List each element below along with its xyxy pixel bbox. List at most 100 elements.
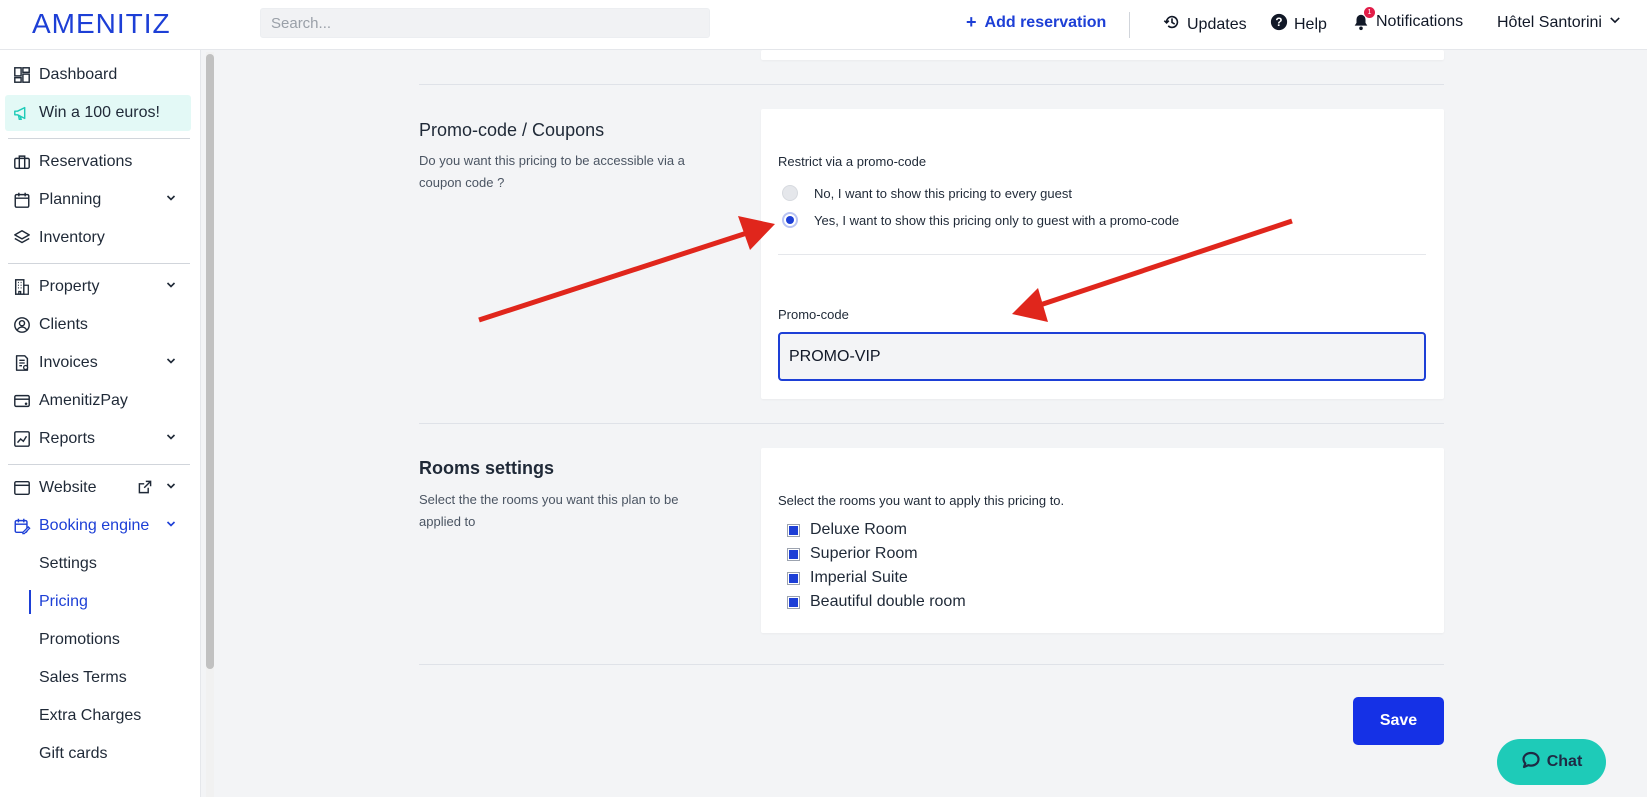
- room-label: Beautiful double room: [810, 593, 966, 610]
- sidebar-item-label: Planning: [39, 191, 102, 208]
- sidebar-item-label: Clients: [39, 316, 88, 333]
- sidebar-item-inventory[interactable]: Inventory: [0, 220, 190, 256]
- room-checkbox-row[interactable]: Deluxe Room: [787, 521, 907, 539]
- promo-code-label: Promo-code: [778, 307, 849, 322]
- hotel-name: Hôtel Santorini: [1497, 13, 1602, 31]
- save-button[interactable]: Save: [1353, 697, 1444, 745]
- sidebar-item-property[interactable]: Property: [0, 269, 190, 305]
- room-checkbox-row[interactable]: Beautiful double room: [787, 593, 966, 611]
- sidebar-item-promo[interactable]: Win a 100 euros!: [5, 95, 191, 131]
- chat-button[interactable]: Chat: [1497, 739, 1606, 785]
- radio-option-yes[interactable]: Yes, I want to show this pricing only to…: [782, 212, 1179, 228]
- restrict-label: Restrict via a promo-code: [778, 154, 927, 169]
- sidebar-item-reservations[interactable]: Reservations: [0, 144, 190, 180]
- promo-code-input[interactable]: [778, 332, 1426, 381]
- previous-section-card: [761, 50, 1444, 60]
- chevron-down-icon: [166, 195, 176, 201]
- sidebar-item-label: Inventory: [39, 229, 105, 246]
- chevron-down-icon: [166, 483, 176, 489]
- sidebar-item-booking-engine[interactable]: Booking engine: [0, 508, 190, 544]
- section-divider: [419, 423, 1444, 424]
- rooms-select-label: Select the rooms you want to apply this …: [778, 493, 1065, 508]
- updates-button[interactable]: Updates: [1163, 13, 1247, 36]
- sidebar-item-label: Dashboard: [39, 66, 118, 83]
- add-reservation-label: Add reservation: [984, 13, 1107, 31]
- sidebar-item-dashboard[interactable]: Dashboard: [0, 57, 190, 93]
- rooms-section-title: Rooms settings: [419, 458, 555, 478]
- sidebar-divider: [8, 263, 190, 264]
- room-checkbox[interactable]: [787, 547, 800, 561]
- help-icon: ?: [1270, 13, 1288, 36]
- annotation-arrow: [478, 216, 775, 323]
- dashboard-icon: [12, 65, 32, 85]
- sidebar-scrollbar-thumb[interactable]: [206, 54, 214, 669]
- radio-no-label: No, I want to show this pricing to every…: [814, 185, 1072, 201]
- hotel-selector[interactable]: Hôtel Santorini: [1497, 13, 1622, 32]
- chevron-down-icon: [166, 434, 176, 440]
- sidebar-item-label: Win a 100 euros!: [39, 104, 160, 121]
- top-bar: AMENITIZ + Add reservation Updates ? Hel…: [0, 0, 1647, 50]
- room-checkbox[interactable]: [787, 571, 800, 585]
- sidebar-subitem-sales-terms[interactable]: Sales Terms: [0, 660, 190, 696]
- chart-line-icon: [12, 429, 32, 449]
- sidebar-subitem-extra-charges[interactable]: Extra Charges: [0, 698, 190, 734]
- promo-section-description: Do you want this pricing to be accessibl…: [419, 153, 685, 190]
- building-icon: [12, 277, 32, 297]
- room-checkbox-row[interactable]: Superior Room: [787, 545, 918, 563]
- history-icon: [1163, 13, 1181, 36]
- plus-icon: +: [966, 12, 977, 32]
- sidebar-subitem-pricing[interactable]: Pricing: [0, 584, 190, 620]
- sidebar-item-reports[interactable]: Reports: [0, 421, 190, 457]
- chat-label: Chat: [1546, 753, 1583, 770]
- chevron-down-icon: [166, 358, 176, 364]
- add-reservation-button[interactable]: + Add reservation: [966, 12, 1106, 33]
- sidebar-item-label: Reservations: [39, 153, 133, 170]
- calendar-edit-icon: [12, 516, 32, 536]
- sidebar-divider: [8, 464, 190, 465]
- invoice-icon: [12, 353, 32, 373]
- sidebar-item-planning[interactable]: Planning: [0, 182, 190, 218]
- section-divider: [419, 664, 1444, 665]
- notifications-label: Notifications: [1376, 13, 1464, 30]
- sidebar-subitem-gift-cards[interactable]: Gift cards: [0, 736, 190, 772]
- browser-icon: [12, 478, 32, 498]
- sidebar-item-amenitizpay[interactable]: AmenitizPay: [0, 383, 190, 419]
- radio-option-no[interactable]: No, I want to show this pricing to every…: [782, 185, 1072, 201]
- room-checkbox-row[interactable]: Imperial Suite: [787, 569, 908, 587]
- room-checkbox[interactable]: [787, 595, 800, 609]
- search-input[interactable]: [260, 8, 710, 38]
- sidebar-item-invoices[interactable]: Invoices: [0, 345, 190, 381]
- sidebar-item-label: Property: [39, 278, 100, 295]
- notifications-badge: 1: [1364, 7, 1375, 18]
- sidebar-item-label: Reports: [39, 430, 96, 447]
- sidebar-divider: [8, 138, 190, 139]
- radio-no[interactable]: [782, 185, 798, 201]
- room-label: Superior Room: [810, 545, 918, 562]
- external-link-icon[interactable]: [137, 479, 153, 495]
- help-button[interactable]: ? Help: [1270, 13, 1327, 36]
- room-label: Deluxe Room: [810, 521, 907, 538]
- sidebar: Dashboard Win a 100 euros! Reservations …: [0, 50, 201, 797]
- updates-label: Updates: [1187, 15, 1247, 33]
- sidebar-item-label: Invoices: [39, 354, 98, 371]
- calendar-icon: [12, 190, 32, 210]
- chevron-down-icon: [166, 282, 176, 288]
- chevron-down-icon: [1608, 13, 1622, 32]
- layers-icon: [12, 228, 32, 248]
- credit-card-icon: [12, 391, 32, 411]
- chat-bubble-icon: [1521, 750, 1541, 775]
- card-divider: [778, 254, 1426, 255]
- sidebar-item-website[interactable]: Website: [0, 470, 190, 506]
- room-label: Imperial Suite: [810, 569, 908, 586]
- chevron-down-icon: [166, 521, 176, 527]
- notifications-button[interactable]: 1 Notifications: [1352, 7, 1464, 31]
- room-checkbox[interactable]: [787, 523, 800, 537]
- amenitiz-logo[interactable]: AMENITIZ: [32, 8, 171, 40]
- promo-section-title: Promo-code / Coupons: [419, 120, 605, 140]
- radio-yes[interactable]: [782, 212, 798, 228]
- sidebar-subitem-promotions[interactable]: Promotions: [0, 622, 190, 658]
- sidebar-item-label: AmenitizPay: [39, 392, 128, 409]
- sidebar-subitem-settings[interactable]: Settings: [0, 546, 190, 582]
- megaphone-icon: [12, 103, 32, 123]
- sidebar-item-clients[interactable]: Clients: [0, 307, 190, 343]
